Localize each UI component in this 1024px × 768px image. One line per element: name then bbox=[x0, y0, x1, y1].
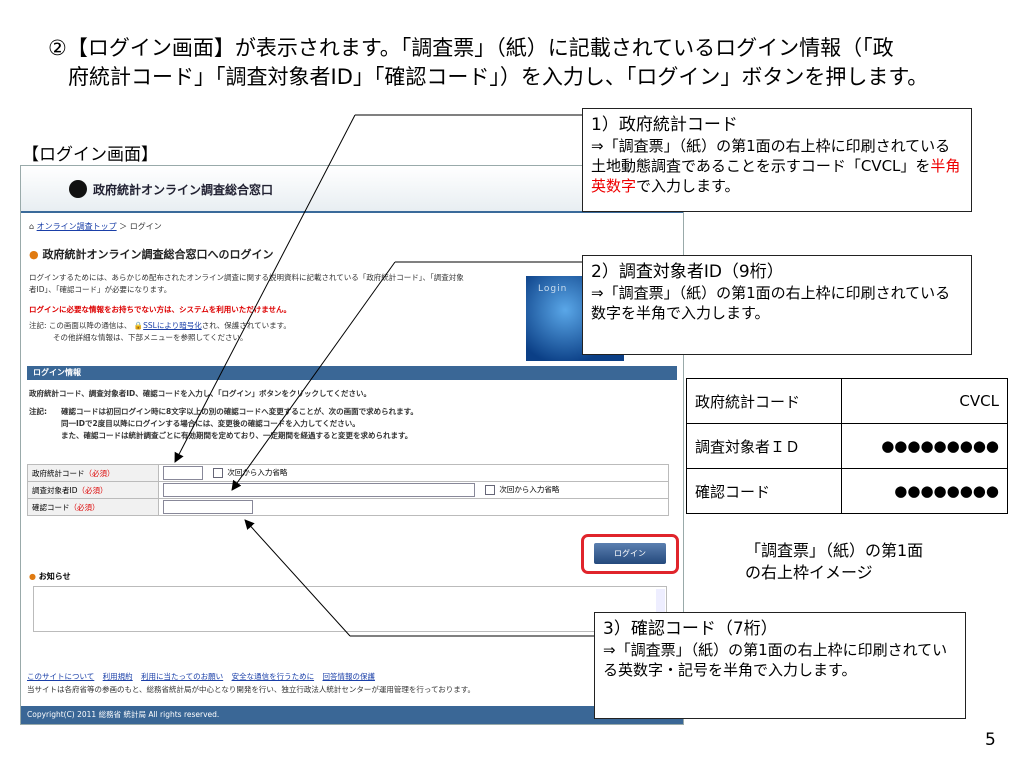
card-caption-line-2: の右上枠イメージ bbox=[745, 563, 873, 582]
callout-1-arrow bbox=[174, 114, 356, 463]
card-row-gov-code: 政府統計コード CVCL bbox=[686, 378, 1008, 424]
card-key-confirm-code: 確認コード bbox=[686, 468, 842, 514]
callout-respondent-id-body: ⇒「調査票」（紙）の第1面の右上枠に印刷されている数字を半角で入力します。 bbox=[591, 284, 951, 322]
card-value-respondent-id: ●●●●●●●●● bbox=[841, 423, 1008, 469]
page-number: 5 bbox=[985, 730, 996, 750]
callout-gov-code-body: ⇒「調査票」（紙）の第1面の右上枠に印刷されている土地動態調査であることを示すコ… bbox=[591, 137, 951, 175]
card-caption-line-1: 「調査票」（紙）の第1面 bbox=[745, 541, 924, 560]
card-key-gov-code: 政府統計コード bbox=[686, 378, 842, 424]
card-caption: 「調査票」（紙）の第1面 の右上枠イメージ bbox=[745, 540, 923, 584]
callout-confirm-code: 3）確認コード（7桁） ⇒「調査票」（紙）の第1面の右上枠に印刷されている英数字… bbox=[594, 612, 966, 719]
card-row-respondent-id: 調査対象者ＩＤ ●●●●●●●●● bbox=[686, 423, 1008, 469]
card-row-confirm-code: 確認コード ●●●●●●●● bbox=[686, 468, 1008, 514]
card-key-respondent-id: 調査対象者ＩＤ bbox=[686, 423, 842, 469]
card-value-confirm-code: ●●●●●●●● bbox=[841, 468, 1008, 514]
callout-gov-code: 1）政府統計コード ⇒「調査票」（紙）の第1面の右上枠に印刷されている土地動態調… bbox=[582, 108, 972, 212]
callout-gov-code-body-end: で入力します。 bbox=[636, 177, 740, 195]
callout-confirm-code-title: 3）確認コード（7桁） bbox=[603, 619, 778, 639]
callout-3-arrow bbox=[244, 519, 351, 637]
callout-2-arrow bbox=[231, 261, 396, 491]
callout-confirm-code-body: ⇒「調査票」（紙）の第1面の右上枠に印刷されている英数字・記号を半角で入力します… bbox=[603, 641, 948, 679]
questionnaire-card: 政府統計コード CVCL 調査対象者ＩＤ ●●●●●●●●● 確認コード ●●●… bbox=[686, 378, 1008, 514]
callout-respondent-id-title: 2）調査対象者ID（9桁） bbox=[591, 262, 784, 282]
callout-gov-code-title: 1）政府統計コード bbox=[591, 115, 738, 135]
card-value-gov-code: CVCL bbox=[841, 378, 1008, 424]
callout-respondent-id: 2）調査対象者ID（9桁） ⇒「調査票」（紙）の第1面の右上枠に印刷されている数… bbox=[582, 255, 972, 355]
